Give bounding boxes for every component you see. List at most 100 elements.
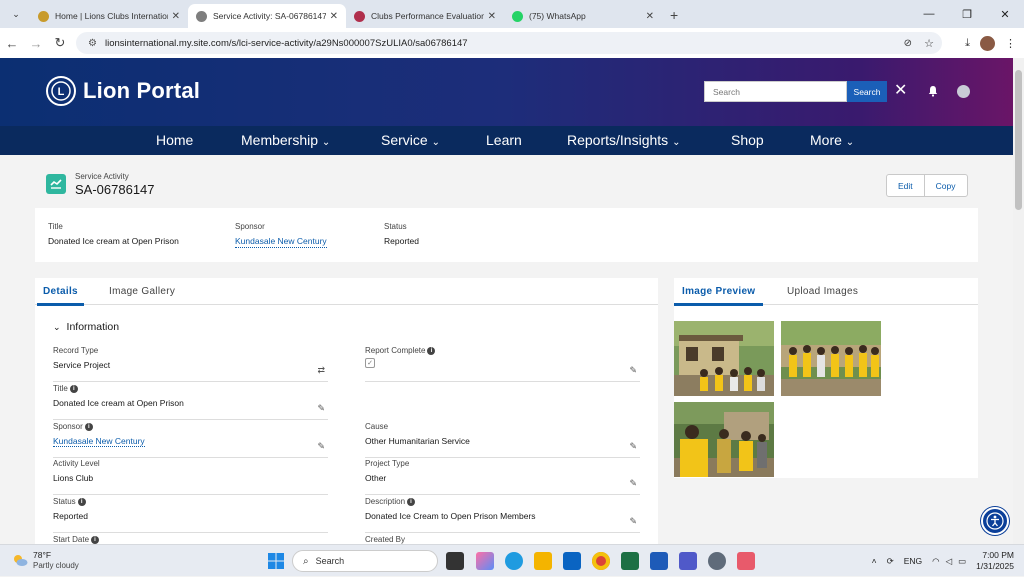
outlook-icon[interactable] [563,552,581,570]
nav-label: Reports/Insights [567,132,669,148]
user-profile-icon[interactable] [957,85,970,98]
nav-membership[interactable]: Membership ⌄ [241,132,330,148]
nav-more[interactable]: More ⌄ [810,132,854,148]
page-scrollbar[interactable] [1013,58,1024,544]
copy-button[interactable]: Copy [923,175,967,196]
tab-title: Service Activity: SA-06786147 [213,11,326,21]
info-icon[interactable]: i [407,497,416,506]
tab-image-gallery[interactable]: Image Gallery [109,286,175,297]
taskbar-search[interactable]: ⌕ Search [292,550,438,572]
minimize-icon[interactable]: — [910,0,948,28]
task-view-icon[interactable] [446,552,464,570]
url-bar[interactable]: ⚙ lionsinternational.my.site.com/s/lci-s… [76,32,942,54]
browser-tab-service-activity[interactable]: Service Activity: SA-06786147 ✕ [188,4,346,28]
info-icon[interactable]: i [77,497,86,506]
info-icon[interactable]: i [91,535,100,544]
edit-pencil-icon[interactable]: ✎ [629,365,637,376]
volume-icon[interactable]: ◁ [946,556,953,567]
record-actions: Edit Copy [886,174,968,197]
browser-tab-club-evaluation[interactable]: Clubs Performance Evaluation S... ✕ [346,4,504,28]
browser-tab-whatsapp[interactable]: (75) WhatsApp ✕ [504,4,662,28]
close-tab-icon[interactable]: ✕ [488,11,496,22]
report-complete-checkbox[interactable]: ✓ [365,358,375,368]
field-label: Cause [365,422,389,431]
partly-cloudy-icon [14,555,28,566]
tracking-protection-icon[interactable]: ⊘ [904,38,912,49]
tab-image-preview[interactable]: Image Preview [673,286,764,306]
windows-start-icon[interactable] [268,553,284,569]
teams-icon[interactable] [679,552,697,570]
chrome-icon[interactable] [592,552,610,570]
edit-button[interactable]: Edit [887,175,924,196]
file-explorer-icon[interactable] [534,552,552,570]
clock[interactable]: 7:00 PM 1/31/2025 [976,550,1014,572]
nav-home[interactable]: Home [156,132,193,148]
scrollbar-thumb[interactable] [1015,70,1022,210]
close-tab-icon[interactable]: ✕ [330,11,338,22]
forward-icon[interactable]: → [24,36,48,51]
info-icon[interactable]: i [69,384,78,393]
address-toolbar: ← → ↻ ⚙ lionsinternational.my.site.com/s… [0,28,1024,58]
settings-icon[interactable] [708,552,726,570]
language-indicator[interactable]: ENG [904,556,922,566]
nav-reports-insights[interactable]: Reports/Insights ⌄ [567,132,680,148]
edge-icon[interactable] [505,552,523,570]
close-window-icon[interactable]: ✕ [986,0,1024,28]
activity-photo-2[interactable] [781,321,881,396]
close-tab-icon[interactable]: ✕ [172,11,180,22]
info-icon[interactable]: i [84,422,93,431]
download-icon[interactable]: ⤓ [965,37,970,50]
tab-details[interactable]: Details [37,286,84,306]
tab-search-button[interactable]: ⌄ [6,4,26,24]
nav-learn[interactable]: Learn [486,132,522,148]
change-record-type-icon[interactable]: ⇄ [317,365,325,376]
back-icon[interactable]: ← [0,36,24,51]
battery-icon[interactable]: ▭ [958,556,966,567]
browser-tab-lions-home[interactable]: Home | Lions Clubs Internationa... ✕ [30,4,188,28]
highlight-status: Status Reported [384,222,419,246]
copilot-icon[interactable] [476,552,494,570]
sync-icon[interactable]: ⟳ [887,556,894,567]
browser-menu-icon[interactable]: ⋮ [1005,37,1016,50]
chevron-up-icon[interactable]: ˄ [872,556,877,566]
lions-favicon-icon [38,10,49,22]
edit-pencil-icon[interactable]: ✎ [629,478,637,489]
accessibility-button[interactable] [981,507,1009,535]
edit-pencil-icon[interactable]: ✎ [317,441,325,452]
nav-service[interactable]: Service ⌄ [381,132,440,148]
close-tab-icon[interactable]: ✕ [646,11,654,22]
edit-pencil-icon[interactable]: ✎ [629,441,637,452]
excel-icon[interactable] [621,552,639,570]
notification-bell-icon[interactable] [927,85,939,97]
restore-icon[interactable]: ❐ [948,0,986,28]
sponsor-link[interactable]: Kundasale New Century [235,236,327,248]
lion-portal-logo[interactable]: L Lion Portal [46,76,200,106]
edit-pencil-icon[interactable]: ✎ [629,516,637,527]
portal-search-button[interactable]: Search [847,81,887,102]
snipping-tool-icon[interactable] [737,552,755,570]
field-value: Other [365,473,387,483]
search-icon: ⌕ [303,555,309,567]
portal-search-input[interactable]: Search [704,81,847,102]
word-icon[interactable] [650,552,668,570]
sponsor-link[interactable]: Kundasale New Century [53,436,145,447]
close-search-icon[interactable]: ✕ [894,80,907,100]
site-info-icon[interactable]: ⚙ [88,38,97,49]
bookmark-star-icon[interactable]: ☆ [924,37,934,50]
whatsapp-favicon-icon [512,10,523,22]
info-icon[interactable]: i [427,346,436,355]
nav-label: Home [156,132,194,148]
activity-photo-1[interactable] [674,321,774,396]
reload-icon[interactable]: ↻ [48,35,72,51]
wifi-icon[interactable]: ◠ [932,556,939,567]
tab-upload-images[interactable]: Upload Images [787,286,858,297]
edit-pencil-icon[interactable]: ✎ [317,403,325,414]
profile-avatar[interactable] [980,35,995,51]
nav-shop[interactable]: Shop [731,132,764,148]
new-tab-icon[interactable]: + [670,7,678,23]
activity-photo-3[interactable] [674,402,774,477]
weather-temperature: 78°F [33,550,52,560]
windows-taskbar: 78°F Partly cloudy ⌕ Search ˄ ⟳ ENG ◠ ◁ … [0,544,1024,576]
weather-widget[interactable]: 78°F Partly cloudy [12,550,79,570]
information-section-header[interactable]: ⌄ Information [53,321,119,333]
